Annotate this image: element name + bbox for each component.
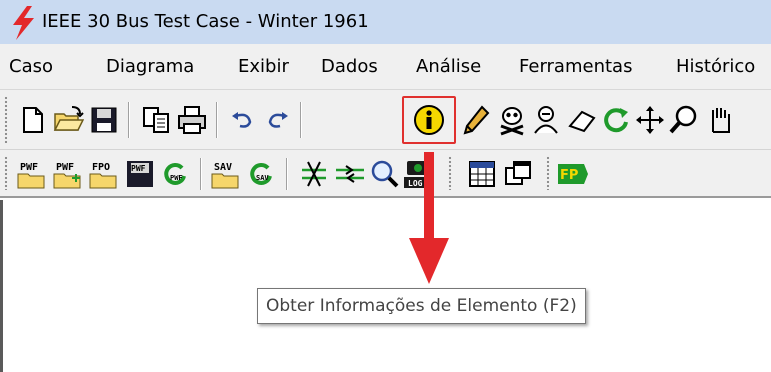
menu-ferramentas[interactable]: Ferramentas [519,56,632,77]
sav-label: SAV [214,162,232,173]
save-icon[interactable] [88,104,120,136]
undo-icon[interactable] [226,104,258,136]
open-folder-icon[interactable] [52,104,84,136]
eraser-icon[interactable] [566,104,598,136]
title-bar: IEEE 30 Bus Test Case - Winter 1961 [0,0,771,44]
menu-diagrama[interactable]: Diagrama [106,56,194,77]
menu-caso[interactable]: Caso [9,56,53,77]
fp-icon[interactable]: FP [556,158,588,190]
diagram-canvas[interactable] [0,200,771,372]
menu-historico[interactable]: Histórico [676,56,755,77]
zoom-icon[interactable] [668,104,700,136]
zoom-network-icon[interactable] [368,158,400,190]
calendar-grid-icon[interactable] [466,158,498,190]
open-sav-icon[interactable]: SAV [210,158,242,190]
copy-icon[interactable] [140,104,172,136]
toolbar-grip[interactable] [546,156,550,190]
windows-icon[interactable] [502,158,534,190]
toolbar-separator [128,102,130,138]
pwf-label: PWF [170,174,183,182]
menu-dados[interactable]: Dados [321,56,378,77]
tooltip: Obter Informações de Elemento (F2) [257,288,586,324]
info-button-highlight [402,96,456,144]
skull-crossbones-icon[interactable] [496,104,528,136]
reload-sav-icon[interactable]: SAV [246,158,278,190]
new-file-icon[interactable] [16,104,48,136]
toolbar-grip[interactable] [4,96,8,143]
window-title: IEEE 30 Bus Test Case - Winter 1961 [42,11,369,32]
fp-label: FP [560,168,578,183]
data-toolbar: PWF PWF FPO PWF PWF SAV SAV LOG FP [0,150,771,198]
anonymous-user-icon[interactable] [530,104,562,136]
toolbar-separator [200,158,202,190]
redo-icon[interactable] [262,104,294,136]
pwf-label: PWF [56,162,74,173]
pencil-icon[interactable] [460,104,492,136]
toolbar-separator [216,102,218,138]
save-pwf-icon[interactable]: PWF [124,158,156,190]
open-fpo-icon[interactable]: FPO [88,158,120,190]
open-pwf-icon[interactable]: PWF [16,158,48,190]
move-icon[interactable] [634,104,666,136]
menu-exibir[interactable]: Exibir [238,56,289,77]
red-arrow-annotation [409,152,449,284]
pwf-label: PWF [20,162,38,173]
menu-analise[interactable]: Análise [416,56,481,77]
print-icon[interactable] [176,104,208,136]
menu-bar: Caso Diagrama Exibir Dados Análise Ferra… [0,44,771,90]
refresh-icon[interactable] [600,104,632,136]
standard-toolbar [0,90,771,150]
merge-branch-icon[interactable] [334,158,366,190]
toolbar-separator [286,158,288,190]
reload-pwf-icon[interactable]: PWF [160,158,192,190]
lightning-logo-icon [13,6,34,40]
append-pwf-icon[interactable]: PWF [52,158,84,190]
pwf-label: PWF [131,164,146,173]
toolbar-separator [300,102,302,138]
cut-branch-icon[interactable] [298,158,330,190]
pan-hand-icon[interactable] [704,104,736,136]
toolbar-grip[interactable] [4,156,8,190]
sav-label: SAV [256,174,269,182]
fpo-label: FPO [92,162,110,173]
